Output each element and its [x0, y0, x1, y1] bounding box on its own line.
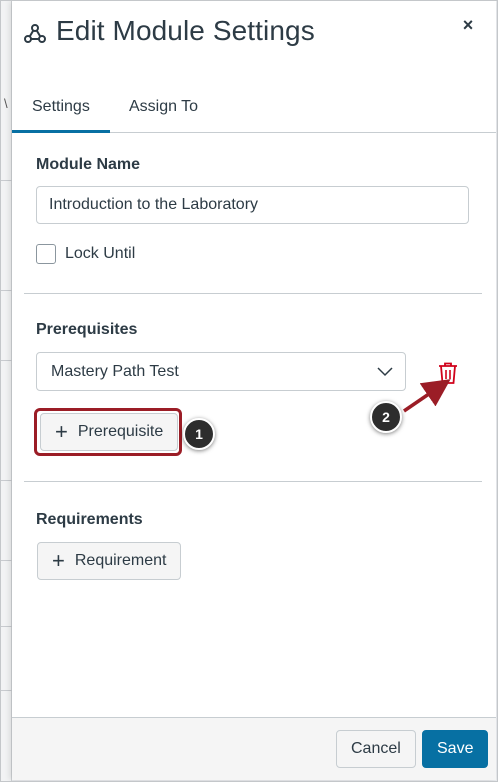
section-divider [24, 481, 482, 482]
lock-until-label: Lock Until [65, 245, 136, 262]
plus-icon: + [55, 419, 68, 444]
background-page-strip: \ [0, 0, 12, 782]
tray-header: Edit Module Settings × [12, 1, 496, 71]
callout-badge-2: 2 [370, 401, 402, 433]
save-button[interactable]: Save [422, 730, 489, 768]
background-divider [0, 626, 12, 627]
plus-icon: + [52, 548, 65, 573]
add-prerequisite-label: Prerequisite [77, 423, 164, 440]
prerequisite-select-value: Mastery Path Test [51, 363, 179, 380]
section-divider [24, 293, 482, 294]
module-name-input[interactable] [36, 186, 469, 224]
background-divider [0, 690, 12, 691]
background-divider [0, 560, 12, 561]
add-requirement-label: Requirement [74, 552, 167, 569]
callout-badge-1: 1 [183, 418, 215, 450]
cancel-button[interactable]: Cancel [336, 730, 416, 768]
module-name-label: Module Name [36, 156, 141, 173]
tab-settings[interactable]: Settings [12, 87, 110, 133]
tab-bar: Settings Assign To [12, 87, 496, 133]
tab-assign-to[interactable]: Assign To [109, 87, 218, 133]
close-icon[interactable]: × [456, 13, 480, 37]
tray-title: Edit Module Settings [56, 15, 315, 46]
prerequisites-label: Prerequisites [36, 321, 138, 338]
background-page-glyph: \ [4, 96, 8, 111]
add-requirement-button[interactable]: + Requirement [37, 542, 182, 580]
lock-until-checkbox[interactable] [36, 244, 56, 264]
tray-footer: Cancel Save [12, 717, 496, 780]
prerequisite-select[interactable]: Mastery Path Test [36, 352, 406, 391]
background-divider [0, 180, 12, 181]
background-divider [0, 290, 12, 291]
chevron-down-icon [377, 367, 393, 377]
edit-module-tray: Edit Module Settings × Settings Assign T… [12, 1, 496, 780]
callout-arrow [403, 379, 451, 413]
module-settings-icon [24, 24, 46, 43]
requirements-label: Requirements [36, 511, 143, 528]
background-divider [0, 480, 12, 481]
background-divider [0, 360, 12, 361]
add-prerequisite-button[interactable]: + Prerequisite [40, 413, 179, 451]
